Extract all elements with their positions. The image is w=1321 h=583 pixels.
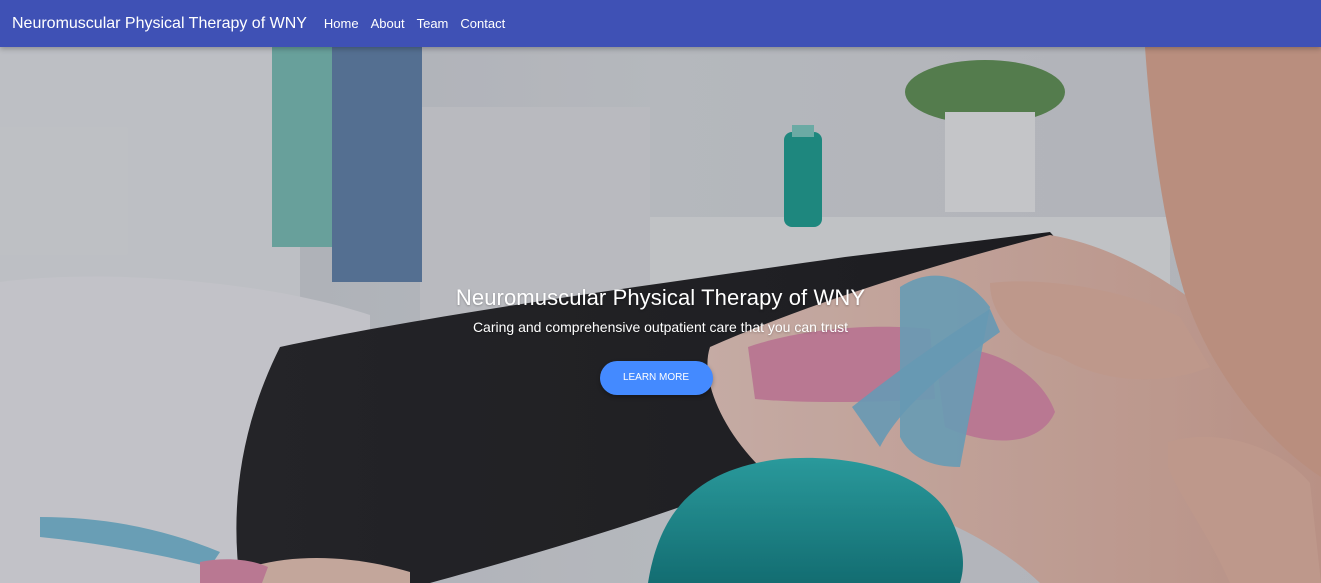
brand-link[interactable]: Neuromuscular Physical Therapy of WNY xyxy=(12,15,307,33)
learn-more-button[interactable]: LEARN MORE xyxy=(599,361,713,395)
nav-links: Home About Team Contact xyxy=(324,16,517,31)
hero-title: Neuromuscular Physical Therapy of WNY xyxy=(455,285,866,310)
navbar: Neuromuscular Physical Therapy of WNY Ho… xyxy=(0,0,1321,47)
nav-team-link[interactable]: Team xyxy=(417,16,449,31)
nav-about-link[interactable]: About xyxy=(371,16,405,31)
hero-section: Neuromuscular Physical Therapy of WNY Ca… xyxy=(0,47,1321,583)
nav-home-link[interactable]: Home xyxy=(324,16,359,31)
hero-content: Neuromuscular Physical Therapy of WNY Ca… xyxy=(0,285,1321,395)
nav-contact-link[interactable]: Contact xyxy=(460,16,505,31)
hero-subtitle: Caring and comprehensive outpatient care… xyxy=(472,319,849,335)
